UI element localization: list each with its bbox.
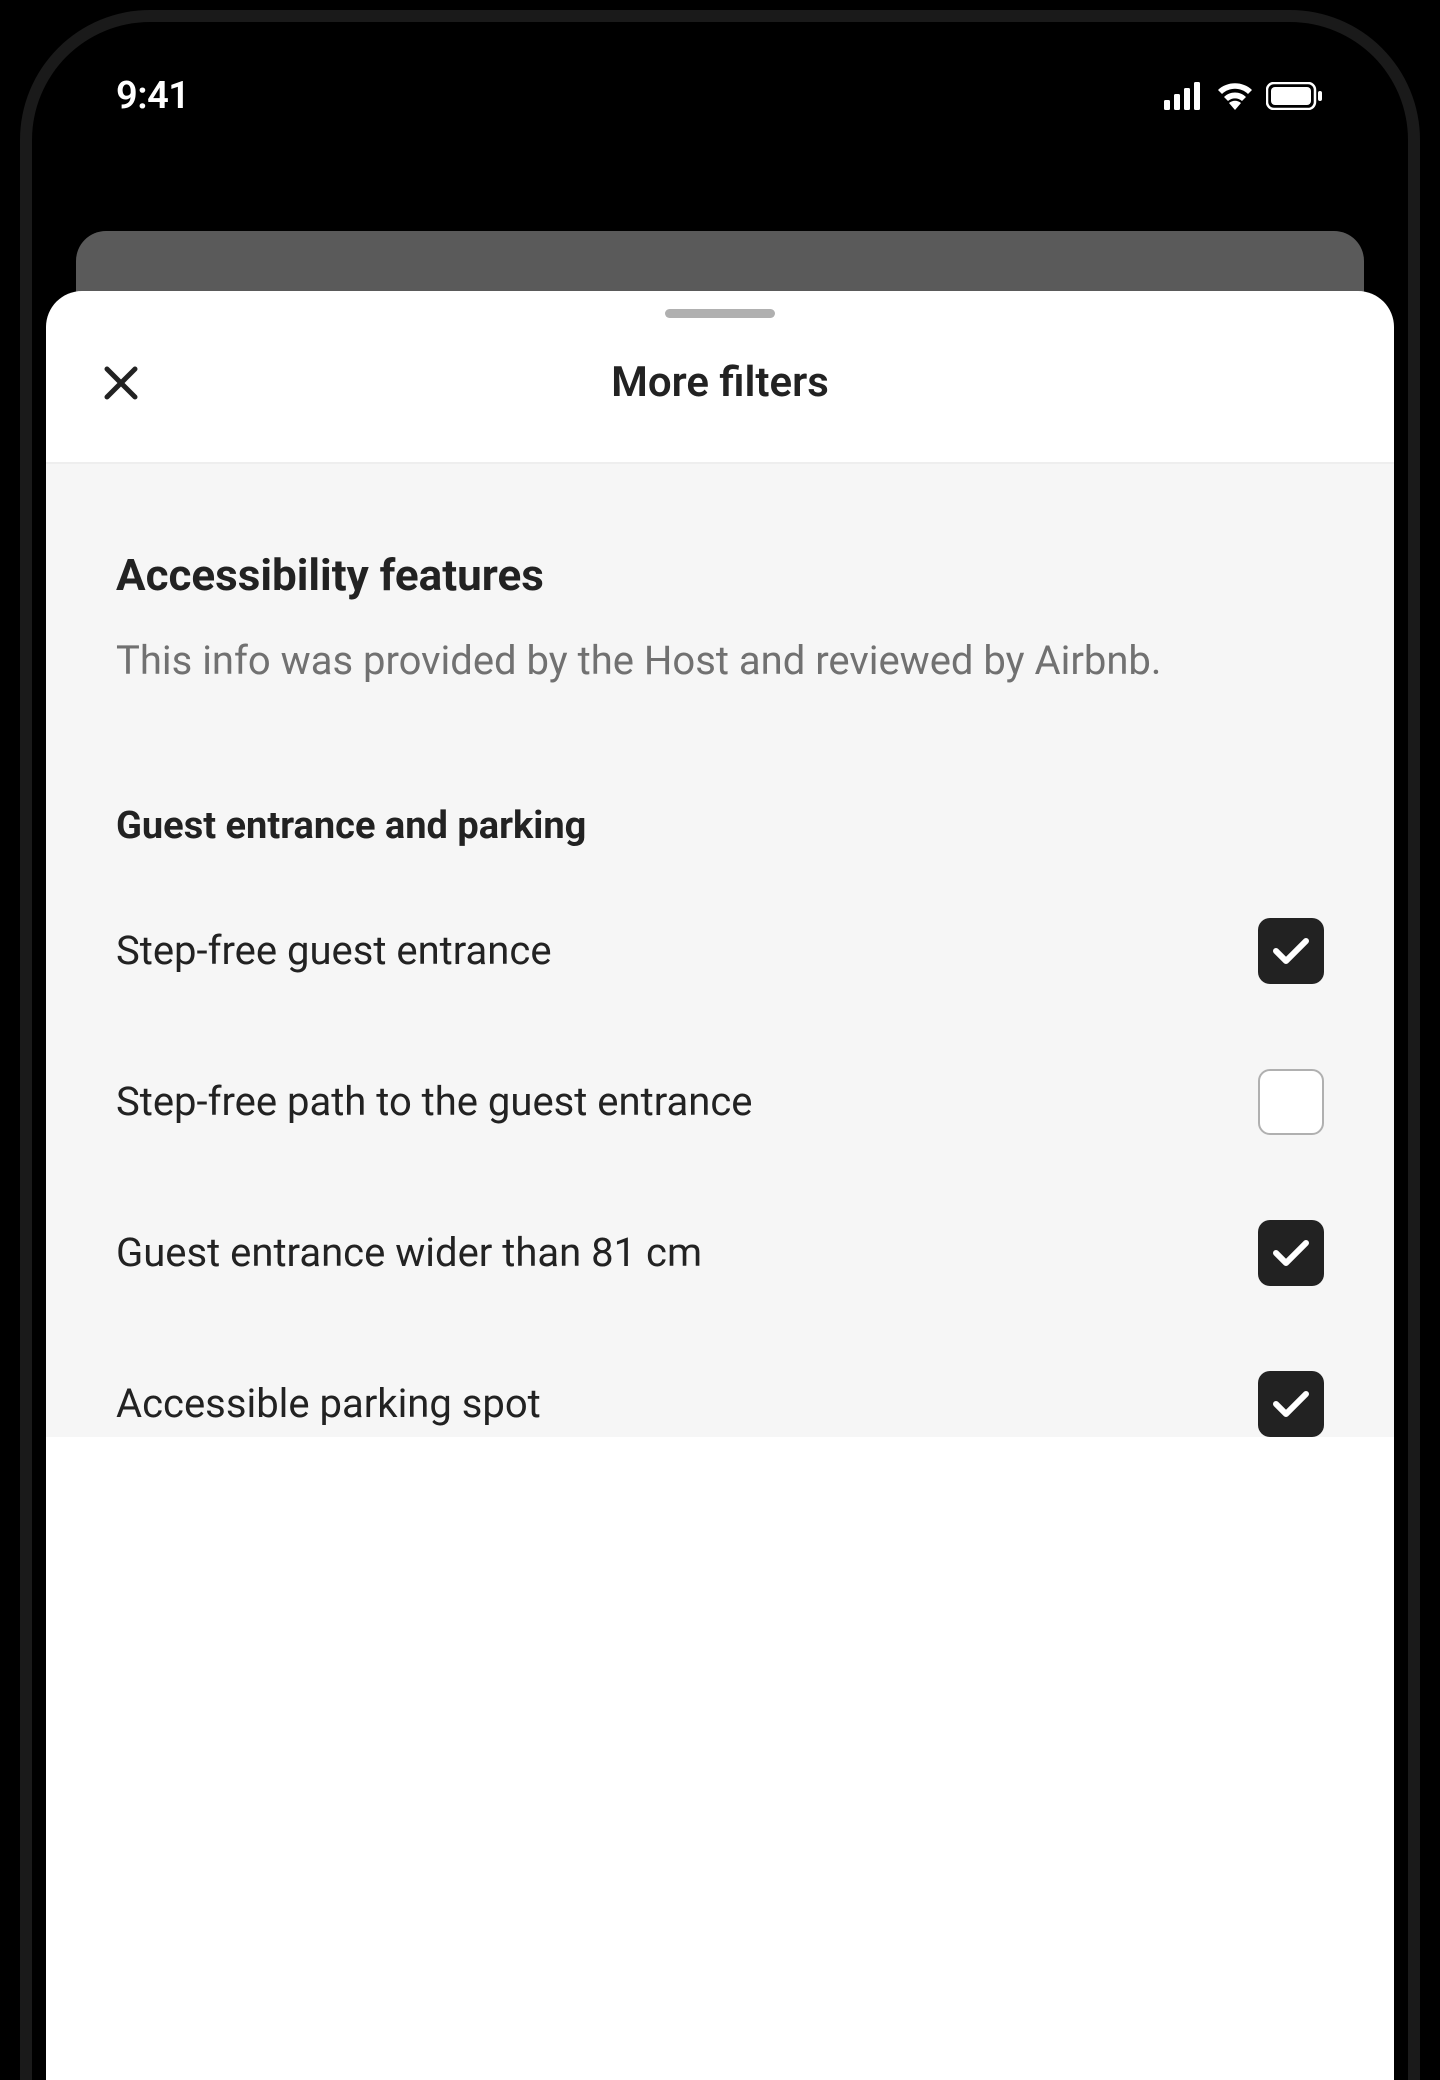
filter-option-accessible-parking[interactable]: Accessible parking spot bbox=[116, 1371, 1324, 1437]
status-time: 9:41 bbox=[116, 74, 189, 118]
checkbox[interactable] bbox=[1258, 1069, 1324, 1135]
subsection-title: Guest entrance and parking bbox=[116, 804, 1324, 848]
sheet-drag-handle[interactable] bbox=[665, 309, 775, 318]
side-button-silence bbox=[20, 532, 22, 632]
checkbox[interactable] bbox=[1258, 918, 1324, 984]
status-icons bbox=[1164, 82, 1324, 110]
filter-option-label: Guest entrance wider than 81 cm bbox=[116, 1226, 916, 1280]
modal-title: More filters bbox=[101, 358, 1339, 407]
checkbox[interactable] bbox=[1258, 1371, 1324, 1437]
section-title: Accessibility features bbox=[116, 549, 1324, 601]
sheet-content: Accessibility features This info was pro… bbox=[46, 464, 1394, 1437]
modal-sheet: More filters Accessibility features This… bbox=[46, 291, 1394, 2080]
checkmark-icon bbox=[1273, 937, 1309, 965]
checkmark-icon bbox=[1273, 1390, 1309, 1418]
close-button[interactable] bbox=[101, 363, 141, 403]
wifi-icon bbox=[1216, 82, 1254, 110]
filter-option-label: Step-free guest entrance bbox=[116, 924, 916, 978]
section-subtitle: This info was provided by the Host and r… bbox=[116, 633, 1324, 689]
side-button-volume-down bbox=[20, 892, 22, 1062]
battery-icon bbox=[1266, 82, 1324, 110]
close-icon bbox=[103, 365, 139, 401]
phone-frame: 9:41 bbox=[20, 10, 1420, 2080]
filter-option-step-free-entrance[interactable]: Step-free guest entrance bbox=[116, 918, 1324, 984]
filter-option-label: Step-free path to the guest entrance bbox=[116, 1075, 916, 1129]
filter-option-entrance-wider-than-81cm[interactable]: Guest entrance wider than 81 cm bbox=[116, 1220, 1324, 1286]
cellular-signal-icon bbox=[1164, 82, 1204, 110]
phone-screen: 9:41 bbox=[46, 36, 1394, 2080]
checkmark-icon bbox=[1273, 1239, 1309, 1267]
filter-option-label: Accessible parking spot bbox=[116, 1377, 916, 1431]
side-button-power bbox=[1418, 722, 1420, 992]
sheet-header: More filters bbox=[46, 318, 1394, 464]
filter-option-step-free-path[interactable]: Step-free path to the guest entrance bbox=[116, 1069, 1324, 1135]
phone-notch bbox=[575, 36, 865, 86]
side-button-volume-up bbox=[20, 682, 22, 852]
checkbox[interactable] bbox=[1258, 1220, 1324, 1286]
